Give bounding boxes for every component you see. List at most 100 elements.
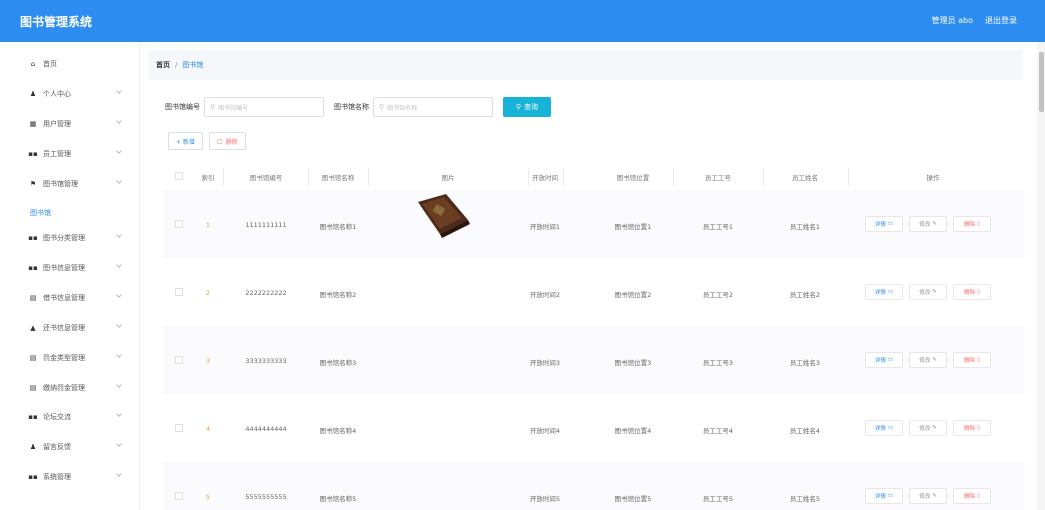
document-icon: ▭: [887, 357, 894, 363]
table-row[interactable]: 5 5555555555 图书馆名称5 开放时间5 图书馆位置5 员工工号5 员工姓名5 详情…: [163, 462, 1025, 510]
delete-button[interactable]: 删除 ▯: [953, 352, 991, 368]
sidebar-item-10[interactable]: ▤ 罚金类型管理: [0, 348, 139, 368]
page-scrollbar[interactable]: [1037, 42, 1045, 510]
delete-button[interactable]: 删除 ▯: [953, 488, 991, 504]
detail-button-label: 详情: [874, 494, 886, 500]
row-checkbox[interactable]: [175, 356, 183, 364]
detail-button-label: 详情: [874, 222, 886, 228]
sidebar-item-label: 借书信息管理: [43, 294, 85, 302]
query-button[interactable]: ⚲ 查询: [503, 97, 551, 117]
select-all-checkbox[interactable]: [175, 172, 183, 180]
chevron-down-icon: [116, 411, 122, 417]
edit-button[interactable]: 修改 ✎: [909, 216, 947, 232]
app-title: 图书管理系统: [20, 15, 93, 29]
detail-button[interactable]: 详情 ▭: [865, 420, 903, 436]
cell-emp_name: 员工姓名4: [789, 427, 821, 435]
sidebar-item-9[interactable]: ▲ 还书信息管理: [0, 318, 139, 338]
table-row[interactable]: 3 3333333333 图书馆名称3 开放时间3 图书馆位置3 员工工号3 员工姓名3 详情…: [163, 326, 1025, 394]
detail-button[interactable]: 详情 ▭: [865, 284, 903, 300]
query-button-label: 查询: [524, 103, 539, 111]
library-code-input[interactable]: ⚲ 图书馆编号: [204, 97, 324, 117]
row-actions: 详情 ▭ 修改 ✎ 删除 ▯: [865, 488, 991, 504]
breadcrumb-current: 图书馆: [182, 61, 204, 69]
table-row[interactable]: 1 1111111111 图书馆名称1 开放时间1 图书馆位置1 员工工号1 员工姓名1 详情…: [163, 190, 1025, 258]
sidebar-item-label: 首页: [43, 60, 57, 68]
trash-icon: □: [216, 137, 223, 145]
sidebar-item-13[interactable]: ♟ 留言反馈: [0, 437, 139, 457]
chevron-down-icon: [116, 178, 122, 184]
delete-button[interactable]: 删除 ▯: [953, 420, 991, 436]
detail-button[interactable]: 详情 ▭: [865, 216, 903, 232]
sidebar-item-7[interactable]: ▪▪ 图书信息管理: [0, 258, 139, 278]
cell-emp_no: 员工工号5: [702, 495, 734, 503]
sidebar-item-2[interactable]: ▦ 用户管理: [0, 114, 139, 134]
detail-button[interactable]: 详情 ▭: [865, 352, 903, 368]
detail-button-label: 详情: [874, 290, 886, 296]
sidebar-item-label: 图书馆: [30, 209, 51, 217]
edit-button[interactable]: 修改 ✎: [909, 420, 947, 436]
chevron-down-icon: [116, 471, 122, 477]
cell-location: 图书馆位置3: [614, 359, 652, 367]
delete-button-label: 删除: [963, 494, 975, 500]
sidebar-item-8[interactable]: ▤ 借书信息管理: [0, 288, 139, 308]
delete-button[interactable]: 删除 ▯: [953, 284, 991, 300]
sidebar-item-0[interactable]: ⌂ 首页: [0, 54, 139, 74]
row-checkbox[interactable]: [175, 492, 183, 500]
edit-icon: ✎: [932, 425, 937, 431]
cell-index: 1: [205, 221, 211, 229]
sidebar-item-1[interactable]: ♟ 个人中心: [0, 84, 139, 104]
row-checkbox[interactable]: [175, 424, 183, 432]
sidebar-item-label: 图书分类管理: [43, 234, 85, 242]
sidebar-item-12[interactable]: ▪▪ 论坛交流: [0, 407, 139, 427]
sidebar-item-label: 图书信息管理: [43, 264, 85, 272]
column-header: 员工工号: [705, 174, 731, 182]
edit-button[interactable]: 修改 ✎: [909, 284, 947, 300]
batch-delete-button[interactable]: □ 删除: [208, 132, 246, 150]
search-icon: ⚲: [379, 103, 385, 111]
sidebar-item-label: 还书信息管理: [43, 324, 85, 332]
sidebar-item-label: 罚金类型管理: [43, 354, 85, 362]
trash-icon: ▯: [976, 357, 981, 363]
row-actions: 详情 ▭ 修改 ✎ 删除 ▯: [865, 352, 991, 368]
sidebar-item-6[interactable]: ▪▪ 图书分类管理: [0, 228, 139, 248]
home-icon: ⌂: [30, 60, 36, 68]
chevron-down-icon: [116, 382, 122, 388]
cell-emp_name: 员工姓名5: [789, 495, 821, 503]
sidebar-item-11[interactable]: ▤ 缴纳罚金管理: [0, 378, 139, 398]
sidebar-item-label: 留言反馈: [43, 443, 71, 451]
library-code-label: 图书馆编号: [165, 103, 200, 111]
trash-icon: ▯: [976, 493, 981, 499]
scrollbar-thumb[interactable]: [1039, 52, 1044, 112]
edit-button[interactable]: 修改 ✎: [909, 488, 947, 504]
column-header: 操作: [926, 174, 940, 182]
sidebar-item-14[interactable]: ▪▪ 系统管理: [0, 467, 139, 487]
document-icon: ▭: [887, 289, 894, 295]
detail-button[interactable]: 详情 ▭: [865, 488, 903, 504]
logout-link[interactable]: 退出登录: [985, 15, 1017, 26]
sidebar-item-label: 系统管理: [43, 473, 71, 481]
cell-open: 开放时间1: [529, 223, 561, 231]
cell-location: 图书馆位置1: [614, 223, 652, 231]
column-divider: [763, 168, 764, 186]
row-checkbox[interactable]: [175, 288, 183, 296]
add-button[interactable]: + 新增: [168, 132, 203, 150]
search-icon: ⚲: [515, 103, 522, 111]
sidebar-item-3[interactable]: ▪▪ 员工管理: [0, 144, 139, 164]
table-row[interactable]: 4 4444444444 图书馆名称4 开放时间4 图书馆位置4 员工工号4 员工姓名4 详情…: [163, 394, 1025, 462]
column-header: 开放时间: [532, 174, 558, 182]
library-name-input[interactable]: ⚲ 图书馆名称: [373, 97, 493, 117]
table-row[interactable]: 2 2222222222 图书馆名称2 开放时间2 图书馆位置2 员工工号2 员工姓名2 详情…: [163, 258, 1025, 326]
chevron-down-icon: [116, 441, 122, 447]
sidebar-item-5[interactable]: 图书馆: [0, 203, 139, 223]
delete-button[interactable]: 删除 ▯: [953, 216, 991, 232]
column-header: 图片: [441, 174, 455, 182]
cell-open: 开放时间2: [529, 291, 561, 299]
breadcrumb-home[interactable]: 首页: [156, 60, 170, 70]
sidebar-item-4[interactable]: ⚑ 图书馆管理: [0, 174, 139, 194]
edit-button[interactable]: 修改 ✎: [909, 352, 947, 368]
cell-code: 3333333333: [245, 357, 287, 365]
sidebar-item-label: 用户管理: [43, 120, 71, 128]
column-header: 图书馆位置: [616, 174, 650, 182]
cell-name: 图书馆名称1: [319, 223, 357, 231]
row-checkbox[interactable]: [175, 220, 183, 228]
